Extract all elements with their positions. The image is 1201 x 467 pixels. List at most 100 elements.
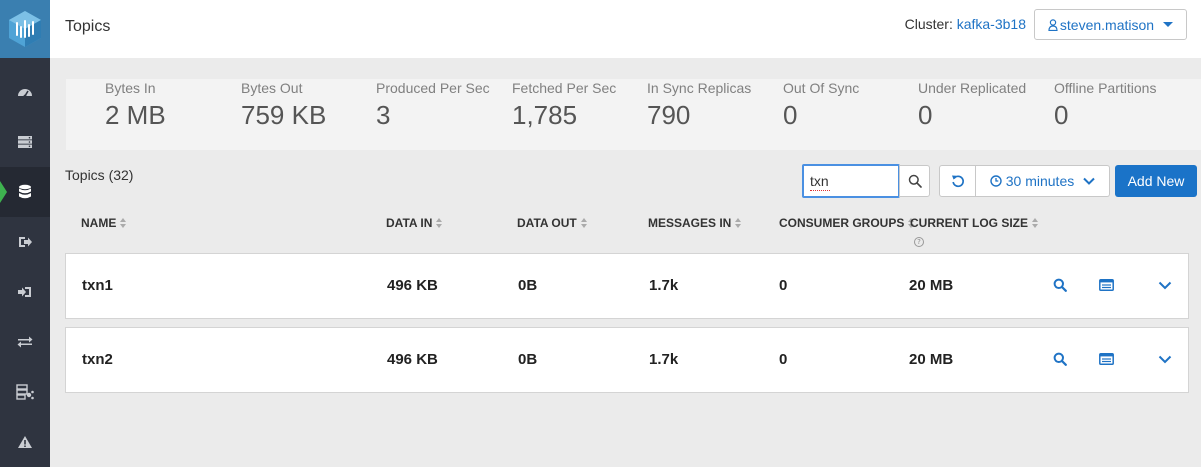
cluster-link[interactable]: kafka-3b18 [957, 16, 1026, 32]
metric-label: Out Of Sync [783, 80, 860, 96]
metric-label: Bytes In [105, 80, 156, 96]
search-button[interactable] [899, 165, 930, 197]
top-bar: Topics Cluster: kafka-3b18 steven.matiso… [50, 0, 1201, 58]
refresh-button[interactable] [939, 165, 976, 197]
topics-count: Topics (32) [65, 167, 134, 183]
dashboard-icon [18, 89, 32, 98]
time-range-select[interactable]: 30 minutes [976, 165, 1110, 197]
app-logo[interactable] [0, 0, 50, 58]
metric-label: Fetched Per Sec [512, 80, 617, 96]
refresh-icon [951, 175, 964, 188]
topic-name[interactable]: txn1 [82, 277, 113, 294]
sort-icon [120, 218, 127, 228]
expand-row-button[interactable] [1156, 276, 1174, 294]
consumer-groups-value: 0 [779, 351, 788, 368]
view-data-button[interactable] [1051, 276, 1069, 294]
sidebar [0, 0, 50, 467]
data-out-value: 0B [518, 277, 538, 294]
metric-label: In Sync Replicas [647, 80, 752, 96]
metric-value: 3 [376, 100, 391, 130]
caret-down-icon [1163, 22, 1174, 27]
column-label: CONSUMER GROUPS [779, 216, 905, 230]
sort-icon [580, 218, 588, 228]
user-name: steven.matison [1059, 16, 1155, 33]
brokers-icon [18, 136, 32, 148]
metric-label: Bytes Out [241, 80, 303, 96]
sidebar-item-brokers[interactable] [0, 117, 50, 167]
table-row[interactable]: txn1 496 KB 0B 1.7k 0 20 MB [65, 253, 1189, 319]
metric-value: 759 KB [241, 100, 327, 130]
cluster-label: Cluster: [904, 16, 953, 32]
topic-details-button[interactable] [1097, 350, 1115, 368]
metric-value: 1,785 [512, 100, 578, 130]
chevron-down-icon [1158, 355, 1172, 363]
sidebar-item-alerts[interactable] [0, 417, 50, 467]
column-label: DATA IN [386, 216, 433, 230]
column-label: CURRENT LOG SIZE [910, 216, 1029, 230]
alerts-icon [18, 436, 32, 448]
column-header-data-in[interactable]: DATA IN [386, 216, 443, 230]
sidebar-item-topics[interactable] [0, 167, 50, 217]
log-size-value: 20 MB [909, 277, 954, 294]
sidebar-item-data-explorer[interactable] [0, 367, 50, 417]
sidebar-item-replication[interactable] [0, 317, 50, 367]
view-data-button[interactable] [1051, 350, 1069, 368]
topic-details-button[interactable] [1097, 276, 1115, 294]
metric-label: Under Replicated [918, 80, 1027, 96]
metric-label: Produced Per Sec [376, 80, 490, 96]
spellcheck-underline [810, 190, 830, 191]
column-label: NAME [81, 216, 117, 230]
data-out-value: 0B [518, 351, 538, 368]
producers-icon [19, 237, 32, 247]
page-title: Topics [65, 18, 111, 35]
column-header-messages-in[interactable]: MESSAGES IN [648, 216, 742, 230]
time-range-label: 30 minutes [1005, 173, 1075, 189]
data-in-value: 496 KB [387, 277, 438, 294]
list-details-icon [1098, 279, 1114, 291]
help-icon[interactable]: ? [914, 237, 924, 247]
user-menu-button[interactable]: steven.matison [1034, 9, 1187, 40]
sidebar-item-producers[interactable] [0, 217, 50, 267]
sidebar-item-consumers[interactable] [0, 267, 50, 317]
logo-icon [9, 11, 41, 47]
column-header-current-log-size[interactable]: CURRENT LOG SIZE [910, 216, 1039, 230]
column-header-consumer-groups[interactable]: CONSUMER GROUPS [779, 216, 915, 230]
search-icon [908, 174, 922, 188]
metric-value: 0 [783, 100, 798, 130]
data-in-value: 496 KB [387, 351, 438, 368]
metric-value: 790 [647, 100, 691, 130]
cluster-indicator: Cluster: kafka-3b18 [905, 16, 1026, 32]
metric-value: 0 [1054, 100, 1069, 130]
sidebar-item-dashboard[interactable] [0, 67, 50, 117]
metric-value: 0 [918, 100, 933, 130]
search-icon [1053, 352, 1067, 366]
sort-icon [436, 218, 443, 228]
data-explorer-icon [16, 384, 34, 400]
consumer-groups-value: 0 [779, 277, 788, 294]
add-new-button[interactable]: Add New [1115, 165, 1197, 197]
column-label: MESSAGES IN [648, 216, 732, 230]
table-row[interactable]: txn2 496 KB 0B 1.7k 0 20 MB [65, 327, 1189, 393]
sort-icon [1032, 218, 1039, 228]
metrics-summary: Bytes In 2 MB Bytes Out 759 KB Produced … [66, 79, 1201, 150]
user-icon [1048, 18, 1058, 31]
chevron-down-icon [1083, 177, 1095, 185]
search-icon [1053, 278, 1067, 292]
metric-value: 2 MB [105, 100, 166, 130]
messages-in-value: 1.7k [649, 351, 679, 368]
chevron-down-icon [1158, 281, 1172, 289]
clock-icon [990, 175, 1002, 187]
expand-row-button[interactable] [1156, 350, 1174, 368]
list-details-icon [1098, 353, 1114, 365]
topics-icon [19, 184, 31, 199]
metric-label: Offline Partitions [1054, 80, 1157, 96]
consumers-icon [18, 287, 31, 297]
column-header-name[interactable]: NAME [81, 216, 127, 230]
search-input[interactable] [802, 164, 900, 198]
replication-icon [17, 336, 33, 348]
log-size-value: 20 MB [909, 351, 954, 368]
sort-icon [735, 218, 742, 228]
topic-name[interactable]: txn2 [82, 351, 113, 368]
column-label: DATA OUT [517, 216, 577, 230]
column-header-data-out[interactable]: DATA OUT [517, 216, 588, 230]
